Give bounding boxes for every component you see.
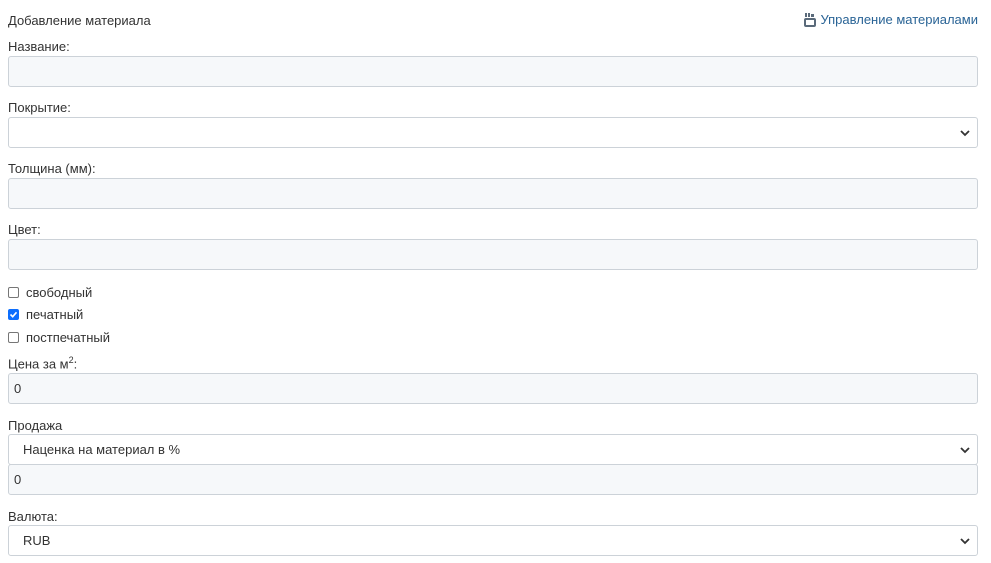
chevron-down-icon — [960, 537, 970, 544]
checkbox-print-label: печатный — [26, 307, 84, 322]
manage-materials-link[interactable]: Управление материалами — [804, 12, 978, 27]
checkbox-free-row[interactable]: свободный — [8, 285, 92, 300]
color-input[interactable] — [8, 239, 978, 270]
sale-mode-select[interactable]: Наценка на материал в % — [8, 434, 978, 465]
color-label: Цвет: — [8, 222, 41, 237]
checkbox-free[interactable] — [8, 287, 19, 298]
coating-select[interactable] — [8, 117, 978, 148]
name-label: Название: — [8, 39, 70, 54]
checkbox-free-label: свободный — [26, 285, 93, 300]
checkbox-postprint-label: постпечатный — [26, 330, 111, 345]
checkbox-print-row[interactable]: печатный — [8, 307, 83, 322]
check-icon — [9, 311, 18, 318]
checkbox-print[interactable] — [8, 309, 19, 320]
sale-label: Продажа — [8, 418, 63, 433]
checkbox-postprint[interactable] — [8, 332, 19, 343]
currency-select[interactable]: RUB — [8, 525, 978, 556]
chevron-down-icon — [960, 446, 970, 453]
chevron-down-icon — [960, 129, 970, 136]
youtube-icon — [804, 12, 817, 27]
checkbox-postprint-row[interactable]: постпечатный — [8, 330, 110, 345]
sale-mode-value: Наценка на материал в % — [23, 442, 181, 457]
coating-label: Покрытие: — [8, 100, 71, 115]
name-input[interactable] — [8, 56, 978, 87]
price-input[interactable]: 0 — [8, 373, 978, 404]
price-label: Цена за м2: — [8, 355, 78, 372]
thickness-label: Толщина (мм): — [8, 161, 96, 176]
currency-select-value: RUB — [23, 533, 51, 548]
form-title: Добавление материала — [8, 13, 151, 28]
thickness-input[interactable] — [8, 178, 978, 209]
sale-amount-input[interactable]: 0 — [8, 464, 978, 495]
currency-label: Валюта: — [8, 509, 58, 524]
manage-materials-label: Управление материалами — [820, 12, 978, 27]
